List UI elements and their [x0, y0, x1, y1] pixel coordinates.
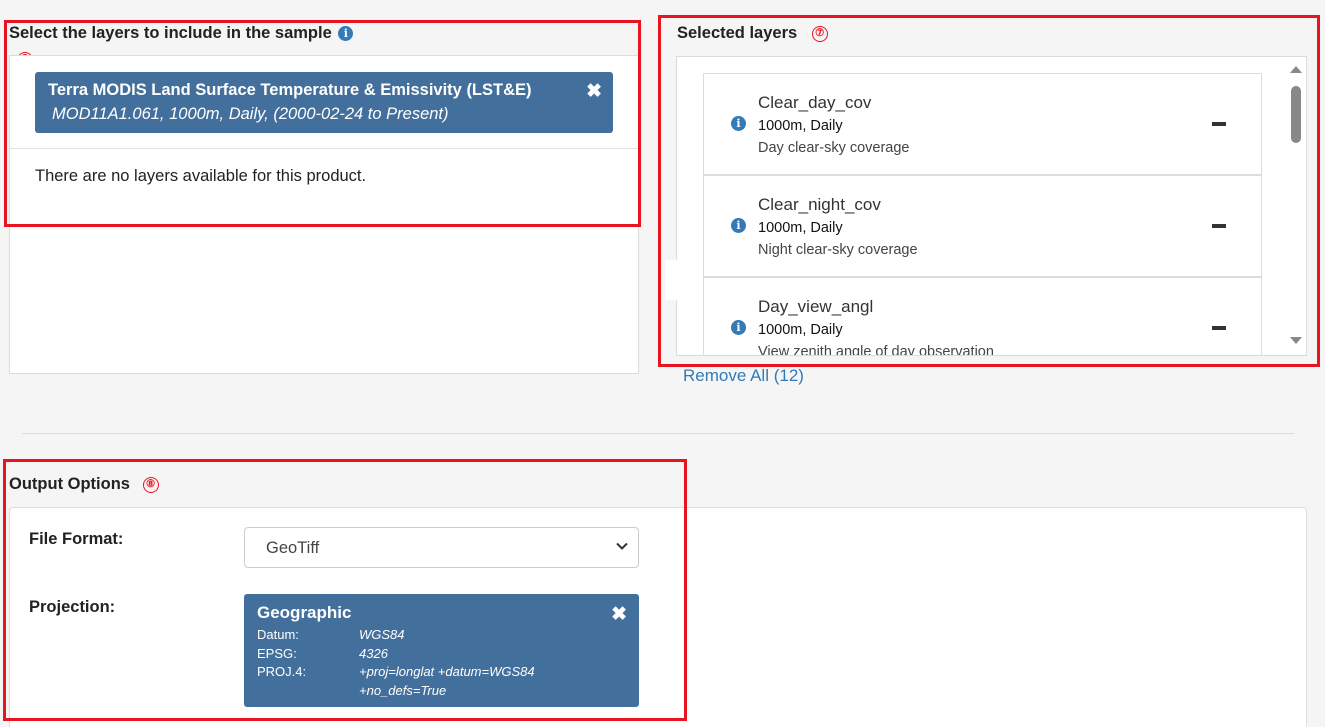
select-layers-heading: Select the layers to include in the samp…	[9, 24, 354, 43]
annotation-marker-8: ⑧	[142, 476, 159, 493]
epsg-value: 4326	[359, 646, 388, 661]
layer-resolution: 1000m, Daily	[758, 322, 843, 338]
remove-layer-minus-icon[interactable]	[1212, 326, 1226, 330]
output-options-title: Output Options	[9, 475, 130, 493]
layer-name: Day_view_angl	[758, 297, 874, 316]
output-options-panel	[9, 507, 1307, 727]
remove-all-link[interactable]: Remove All (12)	[683, 366, 804, 386]
product-subtitle: MOD11A1.061, 1000m, Daily, (2000-02-24 t…	[52, 105, 449, 123]
panel-edge	[665, 260, 703, 300]
layer-name: Clear_day_cov	[758, 93, 872, 112]
projection-chip: Geographic ✖ Datum: WGS84 EPSG: 4326 PRO…	[244, 594, 639, 707]
layer-resolution: 1000m, Daily	[758, 118, 843, 134]
selected-layers-title: Selected layers	[677, 24, 798, 42]
info-icon[interactable]: i	[731, 116, 746, 131]
remove-product-close-icon[interactable]: ✖	[586, 80, 602, 103]
chevron-down-icon	[616, 542, 628, 550]
proj4-value-line1: +proj=longlat +datum=WGS84	[359, 664, 535, 679]
layer-card: i Clear_day_cov 1000m, Daily Day clear-s…	[703, 73, 1262, 175]
divider	[10, 148, 638, 149]
layer-description: Day clear-sky coverage	[758, 140, 910, 156]
info-icon[interactable]: i	[338, 26, 354, 42]
selected-layers-heading: Selected layers ⑦	[677, 24, 828, 43]
remove-layer-minus-icon[interactable]	[1212, 224, 1226, 228]
layer-resolution: 1000m, Daily	[758, 220, 843, 236]
file-format-value: GeoTiff	[266, 539, 320, 557]
proj4-label: PROJ.4:	[257, 664, 307, 679]
annotation-marker-7: ⑦	[811, 25, 828, 42]
section-divider	[22, 433, 1294, 434]
datum-label: Datum:	[257, 627, 299, 642]
select-layers-title: Select the layers to include in the samp…	[9, 24, 332, 42]
no-layers-message: There are no layers available for this p…	[35, 167, 367, 185]
remove-layer-minus-icon[interactable]	[1212, 122, 1226, 126]
output-options-heading: Output Options ⑧	[9, 475, 159, 494]
layer-description: Night clear-sky coverage	[758, 242, 918, 258]
proj4-value-line2: +no_defs=True	[359, 683, 447, 698]
list-scrollbar[interactable]	[1286, 63, 1306, 350]
selected-layers-list: i Clear_day_cov 1000m, Daily Day clear-s…	[676, 56, 1307, 356]
info-icon[interactable]: i	[731, 218, 746, 233]
scroll-down-arrow-icon[interactable]	[1290, 337, 1302, 344]
product-chip: Terra MODIS Land Surface Temperature & E…	[35, 72, 613, 133]
datum-value: WGS84	[359, 627, 405, 642]
layer-name: Clear_night_cov	[758, 195, 881, 214]
info-icon[interactable]: i	[731, 320, 746, 335]
epsg-label: EPSG:	[257, 646, 297, 661]
layer-card: i Clear_night_cov 1000m, Daily Night cle…	[703, 175, 1262, 277]
scroll-thumb[interactable]	[1291, 86, 1301, 143]
remove-projection-close-icon[interactable]: ✖	[611, 603, 627, 626]
layer-description: View zenith angle of day observation	[758, 344, 994, 356]
product-title: Terra MODIS Land Surface Temperature & E…	[48, 81, 532, 99]
scroll-up-arrow-icon[interactable]	[1290, 66, 1302, 73]
projection-label: Projection:	[29, 598, 116, 616]
file-format-select[interactable]: GeoTiff	[244, 527, 639, 568]
layer-card: i Day_view_angl 1000m, Daily View zenith…	[703, 277, 1262, 356]
projection-name: Geographic	[257, 603, 352, 622]
file-format-label: File Format:	[29, 530, 124, 548]
